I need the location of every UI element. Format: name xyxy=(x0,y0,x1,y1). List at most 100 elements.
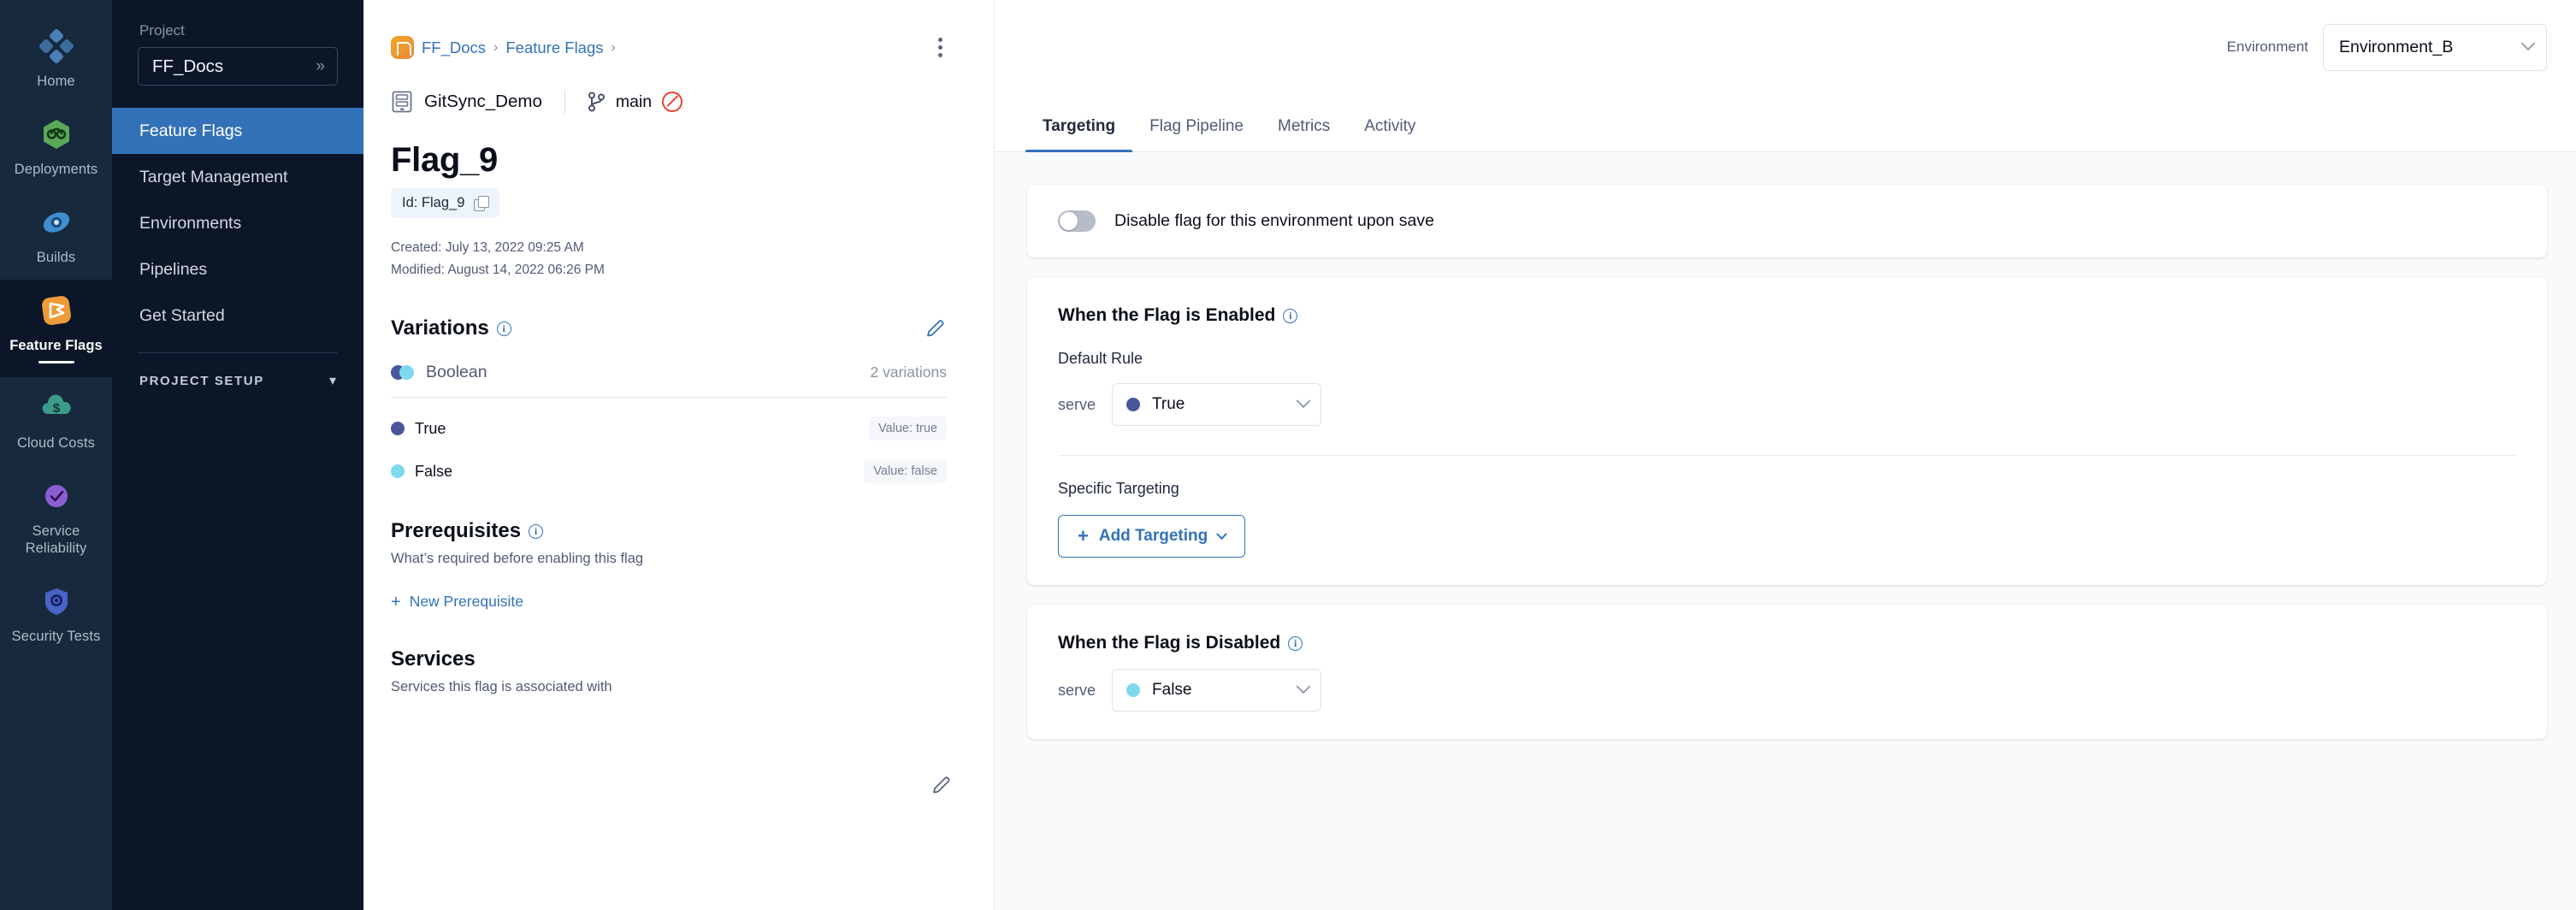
new-prerequisite-label: New Prerequisite xyxy=(410,593,523,611)
modified-timestamp: Modified: August 14, 2022 06:26 PM xyxy=(391,259,947,281)
variation-type-row: Boolean 2 variations xyxy=(391,363,947,398)
default-rule-serve-row: serve True xyxy=(1058,383,2516,426)
project-selector-value: FF_Docs xyxy=(152,56,223,77)
variation-row-left: True xyxy=(391,420,446,438)
breadcrumb-item-feature-flags[interactable]: Feature Flags xyxy=(505,38,603,57)
flag-id-badge[interactable]: Id: Flag_9 xyxy=(391,188,499,218)
rail-item-cloud-costs[interactable]: $ Cloud Costs xyxy=(0,377,112,465)
boolean-type-icon xyxy=(391,365,415,380)
tab-metrics[interactable]: Metrics xyxy=(1261,117,1347,151)
serve-select-left: True xyxy=(1126,395,1185,414)
serve-value: False xyxy=(1152,681,1191,700)
serve-value: True xyxy=(1152,395,1185,414)
variation-color-dot xyxy=(1126,683,1140,697)
sidebar-item-label: Environments xyxy=(139,214,241,233)
sync-disabled-icon xyxy=(662,92,682,112)
sidebar-item-label: Get Started xyxy=(139,306,225,326)
plus-icon: + xyxy=(1078,527,1089,546)
services-title: Services xyxy=(391,647,476,671)
copy-icon[interactable] xyxy=(474,196,488,210)
flag-timestamps: Created: July 13, 2022 09:25 AM Modified… xyxy=(391,237,947,281)
variation-color-dot xyxy=(391,422,405,435)
tab-label: Activity xyxy=(1364,117,1415,135)
variation-count: 2 variations xyxy=(871,363,948,381)
sidebar-item-target-management[interactable]: Target Management xyxy=(112,154,363,200)
serve-label: serve xyxy=(1058,682,1096,700)
info-icon[interactable]: i xyxy=(529,524,543,539)
breadcrumb-separator-icon: › xyxy=(612,40,616,56)
flag-enabled-card: When the Flag is Enabled i Default Rule … xyxy=(1027,278,2547,585)
sidebar-item-label: Target Management xyxy=(139,168,287,187)
breadcrumb: FF_Docs › Feature Flags › xyxy=(391,36,947,59)
edit-services-icon[interactable] xyxy=(931,774,953,796)
variation-value: Value: true xyxy=(869,417,947,440)
rail-label-home: Home xyxy=(37,73,74,90)
sidebar-item-pipelines[interactable]: Pipelines xyxy=(112,246,363,292)
sidebar-item-feature-flags[interactable]: Feature Flags xyxy=(112,108,363,154)
variation-row: False Value: false xyxy=(391,459,947,483)
new-prerequisite-button[interactable]: + New Prerequisite xyxy=(391,593,523,611)
prerequisites-title-wrap: Prerequisites i xyxy=(391,519,543,543)
kebab-dot xyxy=(938,38,942,42)
kebab-dot xyxy=(938,53,942,57)
disabled-variation-select[interactable]: False xyxy=(1112,669,1321,712)
variation-row-left: False xyxy=(391,463,452,481)
add-targeting-label: Add Targeting xyxy=(1099,527,1208,546)
breadcrumb-item-project[interactable]: FF_Docs xyxy=(422,38,486,57)
rail-label-security-tests: Security Tests xyxy=(12,628,101,645)
info-icon[interactable]: i xyxy=(1288,636,1303,651)
project-label: Project xyxy=(112,22,363,39)
targeting-panel: Environment Environment_B Targeting Flag… xyxy=(994,0,2576,910)
rail-item-home[interactable]: Home xyxy=(0,15,112,103)
variations-title: Variations xyxy=(391,316,489,340)
module-rail: Home Deployments Builds xyxy=(0,0,112,910)
sidebar-project-setup[interactable]: PROJECT SETUP ▾ xyxy=(112,353,363,389)
git-sync-row: GitSync_Demo main xyxy=(391,90,947,114)
sidebar-item-environments[interactable]: Environments xyxy=(112,200,363,246)
rail-item-feature-flags[interactable]: Feature Flags xyxy=(0,280,112,376)
flag-disabled-card: When the Flag is Disabled i serve False xyxy=(1027,606,2547,739)
info-icon[interactable]: i xyxy=(497,322,511,336)
disable-flag-toggle[interactable] xyxy=(1058,210,1096,232)
service-reliability-icon xyxy=(37,476,76,516)
tab-activity[interactable]: Activity xyxy=(1347,117,1433,151)
rail-item-builds[interactable]: Builds xyxy=(0,192,112,280)
plus-icon: + xyxy=(391,594,401,611)
project-selector[interactable]: FF_Docs » xyxy=(138,47,338,86)
environment-label: Environment xyxy=(2227,38,2308,56)
tab-targeting[interactable]: Targeting xyxy=(1025,117,1132,151)
rail-label-deployments: Deployments xyxy=(15,161,97,178)
variation-name: False xyxy=(415,463,452,481)
environment-bar: Environment Environment_B xyxy=(995,0,2576,94)
git-repo-name[interactable]: GitSync_Demo xyxy=(424,92,542,112)
variation-value: Value: false xyxy=(864,459,947,483)
environment-selector[interactable]: Environment_B xyxy=(2323,24,2547,71)
rail-item-security-tests[interactable]: Security Tests xyxy=(0,570,112,659)
sidebar-item-label: Feature Flags xyxy=(139,121,242,141)
rail-active-underline xyxy=(38,361,74,363)
rail-label-builds: Builds xyxy=(37,249,76,266)
flag-disabled-title-row: When the Flag is Disabled i xyxy=(1058,633,2516,653)
rail-item-deployments[interactable]: Deployments xyxy=(0,103,112,192)
info-icon[interactable]: i xyxy=(1283,309,1297,323)
edit-variations-icon[interactable] xyxy=(925,317,947,340)
specific-targeting-label: Specific Targeting xyxy=(1058,480,2516,498)
default-rule-variation-select[interactable]: True xyxy=(1112,383,1321,426)
add-targeting-button[interactable]: + Add Targeting xyxy=(1058,515,1245,558)
app-root: Home Deployments Builds xyxy=(0,0,2576,910)
builds-icon xyxy=(37,203,76,242)
services-title-wrap: Services xyxy=(391,647,476,671)
tab-flag-pipeline[interactable]: Flag Pipeline xyxy=(1132,117,1261,151)
flag-enabled-title-row: When the Flag is Enabled i xyxy=(1058,305,2516,326)
toggle-knob xyxy=(1060,212,1078,230)
variation-type-left: Boolean xyxy=(391,363,487,382)
variation-color-dot xyxy=(1126,398,1140,411)
git-branch-name[interactable]: main xyxy=(616,92,652,112)
disable-flag-card: Disable flag for this environment upon s… xyxy=(1027,185,2547,257)
more-options-icon[interactable] xyxy=(927,34,953,60)
flag-id-text: Id: Flag_9 xyxy=(402,195,464,211)
prerequisites-header: Prerequisites i xyxy=(391,519,947,543)
services-description: Services this flag is associated with xyxy=(391,679,947,695)
sidebar-item-get-started[interactable]: Get Started xyxy=(112,292,363,339)
rail-item-service-reliability[interactable]: Service Reliability xyxy=(0,465,112,570)
